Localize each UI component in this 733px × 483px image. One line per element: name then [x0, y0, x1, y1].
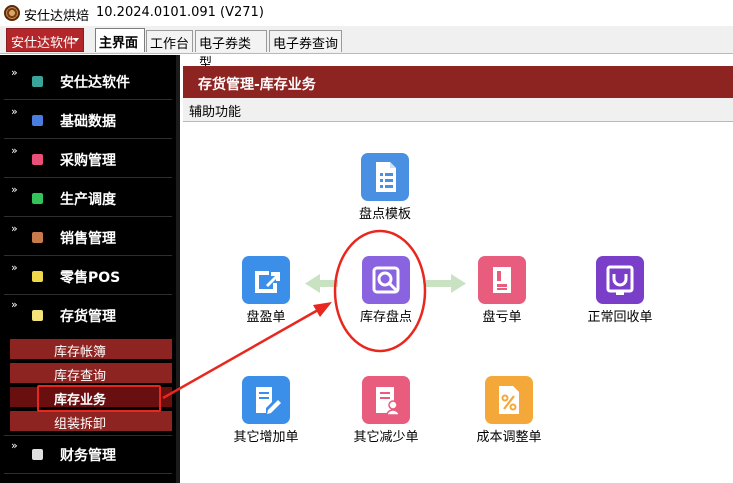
pink-cube-icon	[32, 154, 43, 165]
sidebar-item-label: 采购管理	[60, 153, 116, 169]
sidebar-subitem-assembly[interactable]: 组装拆卸	[10, 411, 172, 432]
function-label: 其它增加单	[233, 430, 299, 445]
sidebar-item-sales[interactable]: » 销售管理	[0, 217, 176, 255]
yellow-cube-icon	[32, 271, 43, 282]
sidebar-item-label: 生产调度	[60, 192, 116, 208]
app-window: 安仕达烘焙 10.2024.0101.091 (V271) 安仕达软件 主界面 …	[0, 0, 733, 483]
function-label: 其它减少单	[353, 430, 419, 445]
function-label: 盘点模板	[358, 207, 411, 222]
yellow-cube-icon	[32, 310, 43, 321]
function-label: 盘亏单	[482, 310, 522, 325]
chevron-right-icon: »	[11, 66, 18, 79]
sidebar-item-label: 安仕达软件	[60, 75, 130, 91]
magnifier-icon	[362, 256, 410, 304]
title-bar: 安仕达烘焙 10.2024.0101.091 (V271)	[0, 0, 733, 26]
function-label: 成本调整单	[476, 430, 542, 445]
app-version: 10.2024.0101.091 (V271)	[96, 5, 264, 20]
function-label: 盘盈单	[246, 310, 286, 325]
sidebar-item-label: 存货管理	[60, 309, 116, 325]
sidebar-subitem-stock-ledger[interactable]: 库存帐簿	[10, 339, 172, 360]
sidebar-item-label: 销售管理	[60, 231, 116, 247]
inventory-loss-button[interactable]: 盘亏单	[457, 256, 547, 336]
sidebar-item-inventory[interactable]: » 存货管理	[0, 295, 176, 333]
sidebar-subitem-stock-query[interactable]: 库存查询	[10, 363, 172, 384]
sidebar-item-purchasing[interactable]: » 采购管理	[0, 139, 176, 177]
blue-cube-icon	[32, 115, 43, 126]
chevron-right-icon: »	[11, 222, 18, 235]
document-icon	[478, 256, 526, 304]
app-title: 安仕达烘焙	[24, 9, 90, 24]
user-document-icon	[362, 376, 410, 424]
green-cube-icon	[32, 193, 43, 204]
export-arrow-icon	[242, 256, 290, 304]
highlight-box	[37, 385, 161, 412]
chevron-down-icon: »	[11, 298, 18, 311]
sidebar-item-label: 零售POS	[60, 270, 121, 286]
recycle-tray-icon	[596, 256, 644, 304]
edit-document-icon	[242, 376, 290, 424]
template-list-icon	[361, 153, 409, 201]
normal-recycle-button[interactable]: 正常回收单	[575, 256, 665, 336]
chevron-right-icon: »	[11, 144, 18, 157]
sidebar-item-retail-pos[interactable]: » 零售POS	[0, 256, 176, 294]
white-cube-icon	[32, 449, 43, 460]
inventory-surplus-button[interactable]: 盘盈单	[221, 256, 311, 336]
app-menu-button[interactable]: 安仕达软件	[6, 28, 84, 52]
app-menu-label: 安仕达软件	[11, 36, 77, 51]
tab-workbench[interactable]: 工作台	[146, 30, 193, 52]
sidebar-item-finance[interactable]: » 财务管理	[0, 434, 176, 472]
percent-document-icon	[485, 376, 533, 424]
tab-home[interactable]: 主界面	[95, 28, 145, 52]
app-logo-icon	[4, 5, 20, 21]
function-label: 正常回收单	[587, 310, 653, 325]
inventory-template-button[interactable]: 盘点模板	[340, 153, 430, 233]
page-title: 存货管理-库存业务	[183, 66, 733, 98]
aux-function-label: 辅助功能	[183, 98, 733, 122]
cost-adjustment-button[interactable]: 成本调整单	[464, 376, 554, 456]
other-decrease-button[interactable]: 其它减少单	[341, 376, 431, 456]
tab-ecoupon-type[interactable]: 电子券类型	[195, 30, 267, 71]
tab-bar: 安仕达软件 主界面 工作台 电子券类型 电子券查询	[0, 26, 733, 71]
stocktake-button[interactable]: 库存盘点	[341, 256, 431, 336]
sidebar-item-basic-data[interactable]: » 基础数据	[0, 100, 176, 138]
sidebar-item-label: 基础数据	[60, 114, 116, 130]
sidebar-item-production[interactable]: » 生产调度	[0, 178, 176, 216]
chevron-right-icon: »	[11, 261, 18, 274]
function-label: 库存盘点	[359, 310, 412, 325]
chevron-right-icon: »	[11, 183, 18, 196]
teal-cube-icon	[32, 76, 43, 87]
main-content: 存货管理-库存业务 辅助功能 盘点模板 盘盈单 库存盘点 盘亏单 正常回收单 其…	[183, 66, 733, 483]
chevron-right-icon: »	[11, 105, 18, 118]
chevron-right-icon: »	[11, 439, 18, 452]
sidebar-item-ansida[interactable]: » 安仕达软件	[0, 61, 176, 99]
caret-down-icon	[73, 38, 79, 42]
sidebar-item-label: 财务管理	[60, 448, 116, 464]
tab-ecoupon-query[interactable]: 电子券查询	[269, 30, 342, 52]
divider	[4, 473, 172, 474]
other-increase-button[interactable]: 其它增加单	[221, 376, 311, 456]
sidebar: » 安仕达软件 » 基础数据 » 采购管理 » 生产调度 » 销售管理 » 零售…	[0, 55, 180, 483]
brown-cube-icon	[32, 232, 43, 243]
